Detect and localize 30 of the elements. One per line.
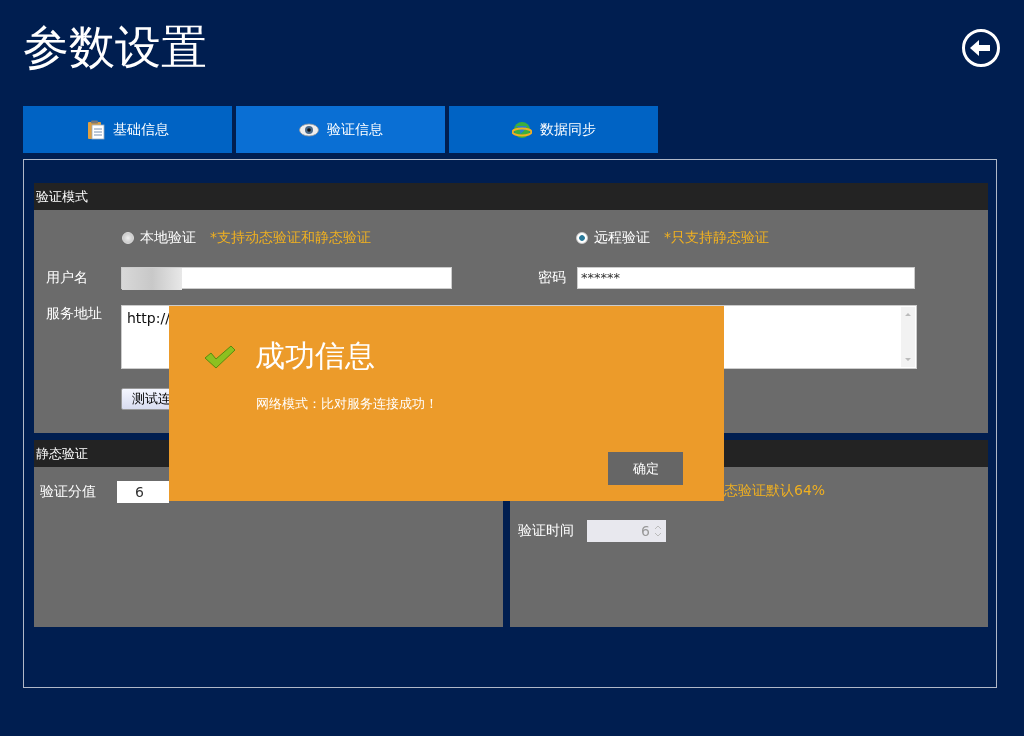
tab[interactable]: 验证信息 — [236, 106, 445, 153]
username-field[interactable] — [121, 267, 452, 289]
dialog-title: 成功信息 — [255, 337, 375, 375]
password-field[interactable]: ****** — [577, 267, 915, 289]
hint-text: *只支持静态验证 — [664, 229, 769, 247]
page-title: 参数设置 — [23, 19, 207, 76]
radio-button[interactable] — [576, 232, 588, 244]
tab[interactable]: 数据同步 — [449, 106, 658, 153]
clipboard-icon — [86, 119, 105, 140]
hint-text: 态验证默认64% — [724, 482, 826, 498]
score-field[interactable]: 6 — [117, 481, 169, 503]
blurred-text — [122, 268, 182, 290]
radio-button[interactable] — [122, 232, 134, 244]
field-label: 服务地址 — [45, 305, 103, 323]
dialog-message: 网络模式：比对服务连接成功！ — [255, 395, 439, 413]
hint-text: *支持动态验证和静态验证 — [210, 229, 371, 247]
ok-button[interactable]: 确定 — [608, 452, 683, 485]
tab[interactable]: 基础信息 — [23, 106, 232, 153]
scrollbar[interactable] — [901, 307, 915, 367]
field-label: 密码 — [537, 269, 567, 287]
address-value: http:// — [126, 309, 170, 328]
eye-icon — [298, 122, 319, 137]
globe-icon — [511, 119, 532, 140]
field-label: 用户名 — [45, 269, 89, 287]
section-title: 验证模式 — [34, 183, 988, 210]
radio-label[interactable]: 本地验证 — [140, 229, 196, 247]
radio-label[interactable]: 远程验证 — [594, 229, 650, 247]
checkmark-icon — [203, 343, 237, 370]
field-label: 验证分值 — [40, 483, 97, 501]
field-label: 验证时间 — [518, 522, 575, 540]
